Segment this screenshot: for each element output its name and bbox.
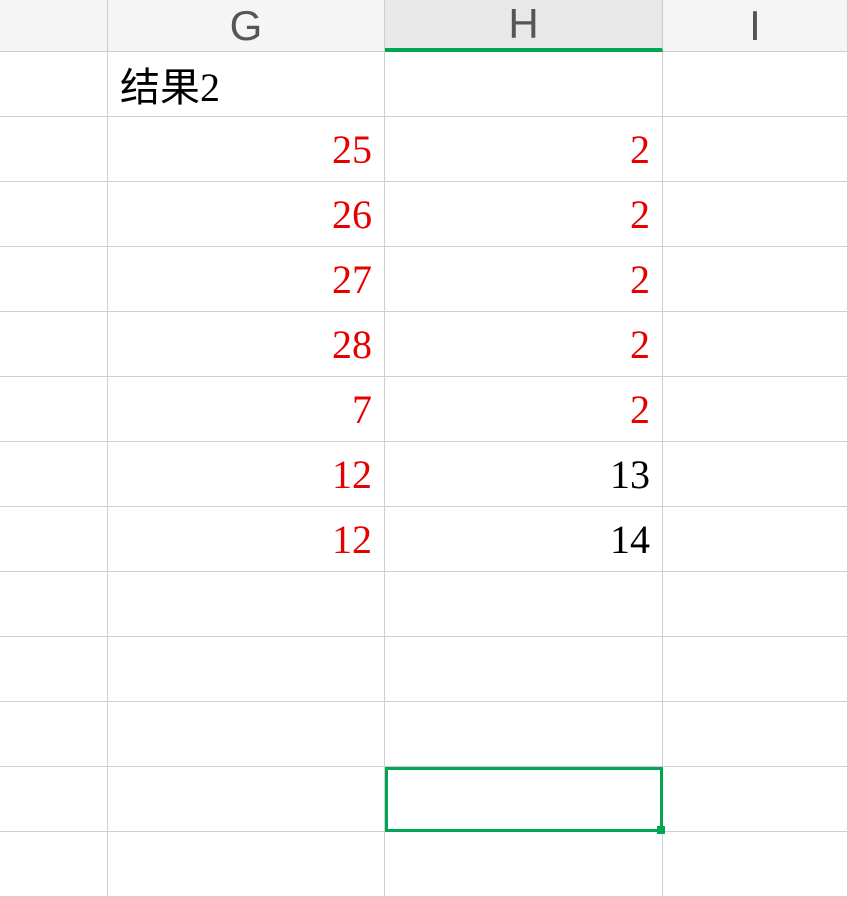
cell-value: 结果2: [120, 55, 220, 113]
cell-g-3[interactable]: 27: [108, 247, 385, 312]
row-spacer: [0, 312, 108, 377]
cell-h-4[interactable]: 2: [385, 312, 663, 377]
row-spacer: [0, 377, 108, 442]
data-row: [0, 702, 848, 767]
column-header-g[interactable]: G: [108, 0, 385, 52]
row-spacer: [0, 832, 108, 897]
cell-value: 25: [332, 126, 372, 173]
cell-value: 28: [332, 321, 372, 368]
cell-g-5[interactable]: 7: [108, 377, 385, 442]
cell-g-9[interactable]: [108, 637, 385, 702]
cell-value: 26: [332, 191, 372, 238]
cell-g-4[interactable]: 28: [108, 312, 385, 377]
spreadsheet-grid: G H I 结果22522622722827212131214: [0, 0, 848, 896]
data-row: 25 2: [0, 117, 848, 182]
cell-i-7[interactable]: [663, 507, 848, 572]
cell-g-0[interactable]: 结果2: [108, 52, 385, 117]
data-row: 26 2: [0, 182, 848, 247]
cell-h-12[interactable]: [385, 832, 663, 897]
data-row: [0, 767, 848, 832]
cell-h-6[interactable]: 13: [385, 442, 663, 507]
cell-i-2[interactable]: [663, 182, 848, 247]
header-spacer: [0, 0, 108, 52]
cell-value: 14: [610, 516, 650, 563]
cell-h-0[interactable]: [385, 52, 663, 117]
data-row: 28 2: [0, 312, 848, 377]
cell-i-5[interactable]: [663, 377, 848, 442]
cell-h-9[interactable]: [385, 637, 663, 702]
row-spacer: [0, 702, 108, 767]
cell-i-4[interactable]: [663, 312, 848, 377]
row-spacer: [0, 52, 108, 117]
cell-i-11[interactable]: [663, 767, 848, 832]
cell-h-7[interactable]: 14: [385, 507, 663, 572]
cell-g-7[interactable]: 12: [108, 507, 385, 572]
cell-h-11[interactable]: [385, 767, 663, 832]
cell-value: 2: [630, 191, 650, 238]
data-row: 结果2: [0, 52, 848, 117]
cell-i-12[interactable]: [663, 832, 848, 897]
data-row: [0, 572, 848, 637]
column-header-h[interactable]: H: [385, 0, 663, 52]
cell-i-6[interactable]: [663, 442, 848, 507]
cell-h-10[interactable]: [385, 702, 663, 767]
data-row: 12 14: [0, 507, 848, 572]
column-header-i[interactable]: I: [663, 0, 848, 52]
row-spacer: [0, 182, 108, 247]
cell-h-2[interactable]: 2: [385, 182, 663, 247]
column-header-row: G H I: [0, 0, 848, 52]
cell-i-9[interactable]: [663, 637, 848, 702]
row-spacer: [0, 767, 108, 832]
row-spacer: [0, 442, 108, 507]
cell-value: 2: [630, 386, 650, 433]
cell-i-10[interactable]: [663, 702, 848, 767]
cell-value: 2: [630, 321, 650, 368]
cell-h-3[interactable]: 2: [385, 247, 663, 312]
cell-i-0[interactable]: [663, 52, 848, 117]
cell-value: 12: [332, 451, 372, 498]
row-spacer: [0, 507, 108, 572]
row-spacer: [0, 572, 108, 637]
data-row: [0, 637, 848, 702]
cell-value: 2: [630, 126, 650, 173]
cell-value: 13: [610, 451, 650, 498]
cell-value: 7: [352, 386, 372, 433]
cell-value: 12: [332, 516, 372, 563]
cell-i-1[interactable]: [663, 117, 848, 182]
cell-g-10[interactable]: [108, 702, 385, 767]
cell-g-12[interactable]: [108, 832, 385, 897]
row-spacer: [0, 247, 108, 312]
cell-g-8[interactable]: [108, 572, 385, 637]
cell-i-3[interactable]: [663, 247, 848, 312]
cell-h-5[interactable]: 2: [385, 377, 663, 442]
row-spacer: [0, 117, 108, 182]
cell-h-8[interactable]: [385, 572, 663, 637]
cell-h-1[interactable]: 2: [385, 117, 663, 182]
data-row: [0, 832, 848, 897]
data-row: 72: [0, 377, 848, 442]
row-spacer: [0, 637, 108, 702]
cell-g-1[interactable]: 25: [108, 117, 385, 182]
cell-g-2[interactable]: 26: [108, 182, 385, 247]
cell-i-8[interactable]: [663, 572, 848, 637]
data-row: 27 2: [0, 247, 848, 312]
cell-g-11[interactable]: [108, 767, 385, 832]
cell-g-6[interactable]: 12: [108, 442, 385, 507]
data-row: 12 13: [0, 442, 848, 507]
cell-value: 2: [630, 256, 650, 303]
cell-value: 27: [332, 256, 372, 303]
